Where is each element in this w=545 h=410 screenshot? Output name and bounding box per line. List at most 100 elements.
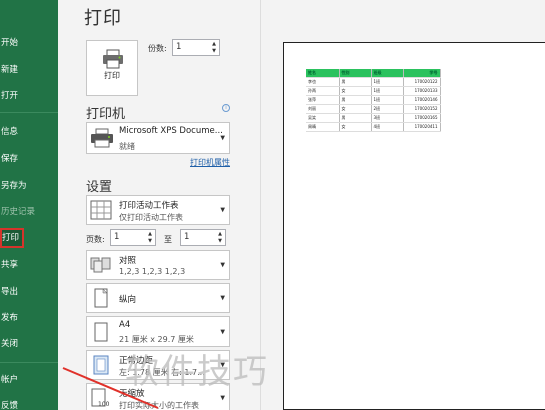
printer-icon (103, 49, 123, 69)
table-cell: 李也 (306, 77, 340, 87)
sidebar-item-save[interactable]: 保存 (0, 149, 58, 169)
sidebar-divider (0, 362, 58, 363)
sidebar-item-export[interactable]: 导出 (0, 282, 58, 302)
collate-sub: 1,2,3 1,2,3 1,2,3 (119, 267, 186, 276)
sidebar-item-save-as[interactable]: 另存为 (0, 176, 58, 196)
orientation-value: 纵向 (119, 295, 137, 305)
chevron-down-icon: ▼ (220, 134, 225, 142)
table-row: 吴笑男 3班 170020165 (306, 113, 441, 123)
print-preview-area: 姓名 性别 班级 学号 李也男 1班 170020122 孙两女 1班 170020133 张萍男 1… (260, 0, 545, 410)
table-row: 周晴女 4班 170020411 (306, 122, 441, 132)
sidebar-item-close[interactable]: 关闭 (0, 334, 58, 354)
table-header-row: 姓名 性别 班级 学号 (306, 69, 441, 78)
copies-value: 1 (176, 42, 182, 52)
chevron-down-icon: ▼ (220, 294, 225, 302)
table-cell: 3班 (371, 113, 404, 123)
table-cell: 女 (339, 122, 372, 132)
collate-title: 对照 (119, 256, 137, 266)
sidebar-item-new[interactable]: 新建 (0, 60, 58, 80)
print-scope-title: 打印活动工作表 (119, 201, 179, 211)
paper-icon (94, 322, 108, 341)
sidebar-item-publish[interactable]: 发布 (0, 308, 58, 328)
table-cell: 男 (339, 113, 372, 123)
pages-to-spinner[interactable]: ▲ ▼ (216, 231, 224, 244)
table-cell: 170020411 (403, 122, 441, 132)
table-row: 张萍男 1班 170020146 (306, 95, 441, 105)
table-cell: 1班 (371, 95, 404, 105)
sidebar-item-account[interactable]: 帐户 (0, 370, 58, 390)
settings-section-title: 设置 (86, 180, 113, 195)
sidebar-item-print[interactable]: 打印 (0, 228, 24, 248)
pages-label: 页数: (86, 235, 105, 244)
table-cell: 170020152 (403, 104, 441, 114)
table-cell: 班级 (371, 69, 404, 78)
collate-dropdown[interactable]: 对照 1,2,3 1,2,3 1,2,3 ▼ (86, 250, 230, 280)
print-scope-dropdown[interactable]: 打印活动工作表 仅打印活动工作表 ▼ (86, 195, 230, 225)
table-cell: 周晴 (306, 122, 340, 132)
table-cell: 2班 (371, 104, 404, 114)
table-cell: 吴笑 (306, 113, 340, 123)
page-title: 打印 (84, 8, 122, 29)
preview-table: 姓名 性别 班级 学号 李也男 1班 170020122 孙两女 1班 170020133 张萍男 1… (306, 69, 441, 132)
table-cell: 张萍 (306, 95, 340, 105)
printer-status: 就绪 (119, 142, 135, 151)
preview-page: 姓名 性别 班级 学号 李也男 1班 170020122 孙两女 1班 170020133 张萍男 1… (283, 42, 545, 410)
backstage-sidebar: 开始 新建 打开 信息 保存 另存为 历史记录 打印 共享 导出 发布 关闭 帐… (0, 0, 58, 410)
copies-label: 份数: (148, 44, 167, 53)
sidebar-item-feedback[interactable]: 反馈 (0, 396, 58, 410)
table-cell: 男 (339, 95, 372, 105)
chevron-down-icon: ▼ (220, 394, 225, 402)
info-icon[interactable]: i (222, 104, 230, 112)
table-cell: 1班 (371, 86, 404, 96)
pages-from-input[interactable]: 1 ▲ ▼ (110, 229, 156, 246)
table-cell: 刘丽 (306, 104, 340, 114)
orientation-dropdown[interactable]: 纵向 ▼ (86, 283, 230, 313)
copies-spinner[interactable]: ▲ ▼ (210, 41, 218, 54)
chevron-down-icon: ▼ (220, 261, 225, 269)
pages-to-input[interactable]: 1 ▲ ▼ (180, 229, 226, 246)
table-row: 李也男 1班 170020122 (306, 77, 441, 87)
table-cell: 孙两 (306, 86, 340, 96)
paper-size-title: A4 (119, 320, 131, 330)
portrait-icon (94, 288, 108, 308)
printer-device-icon (91, 128, 113, 148)
table-cell: 女 (339, 104, 372, 114)
sidebar-item-info[interactable]: 信息 (0, 122, 58, 142)
sidebar-divider (0, 112, 58, 113)
chevron-down-icon: ▼ (220, 328, 225, 335)
paper-size-dropdown[interactable]: A4 21 厘米 x 29.7 厘米 ▼ (86, 316, 230, 347)
chevron-down-icon: ▼ (220, 206, 225, 214)
printer-section-title: 打印机 (86, 107, 126, 122)
sidebar-item-share[interactable]: 共享 (0, 255, 58, 275)
watermark: 软件技巧 (125, 352, 269, 392)
collate-icon (90, 257, 111, 273)
sidebar-item-open[interactable]: 打开 (0, 86, 58, 106)
table-cell: 性别 (339, 69, 372, 78)
table-row: 孙两女 1班 170020133 (306, 86, 441, 96)
table-cell: 170020165 (403, 113, 441, 123)
print-button-label: 打印 (104, 71, 120, 80)
pages-from-spinner[interactable]: ▲ ▼ (146, 231, 154, 244)
worksheet-icon (90, 200, 112, 220)
printer-properties-link[interactable]: 打印机属性 (190, 157, 230, 168)
table-cell: 姓名 (306, 69, 340, 78)
table-cell: 4班 (371, 122, 404, 132)
sidebar-item-history[interactable]: 历史记录 (0, 202, 58, 222)
pages-to-label: 至 (164, 235, 172, 244)
pages-to-value: 1 (184, 232, 190, 242)
pages-from-value: 1 (114, 232, 120, 242)
table-cell: 1班 (371, 77, 404, 87)
table-cell: 学号 (403, 69, 441, 78)
printer-name: Microsoft XPS Docume... (119, 126, 223, 136)
sidebar-item-home[interactable]: 开始 (0, 33, 58, 53)
table-cell: 男 (339, 77, 372, 87)
print-scope-sub: 仅打印活动工作表 (119, 213, 183, 222)
table-cell: 170020122 (403, 77, 441, 87)
table-cell: 女 (339, 86, 372, 96)
copies-input[interactable]: 1 ▲ ▼ (172, 39, 220, 56)
print-button[interactable]: 打印 (86, 40, 138, 96)
table-cell: 170020133 (403, 86, 441, 96)
printer-dropdown[interactable]: Microsoft XPS Docume... 就绪 ▼ (86, 122, 230, 154)
table-row: 刘丽女 2班 170020152 (306, 104, 441, 114)
table-cell: 170020146 (403, 95, 441, 105)
